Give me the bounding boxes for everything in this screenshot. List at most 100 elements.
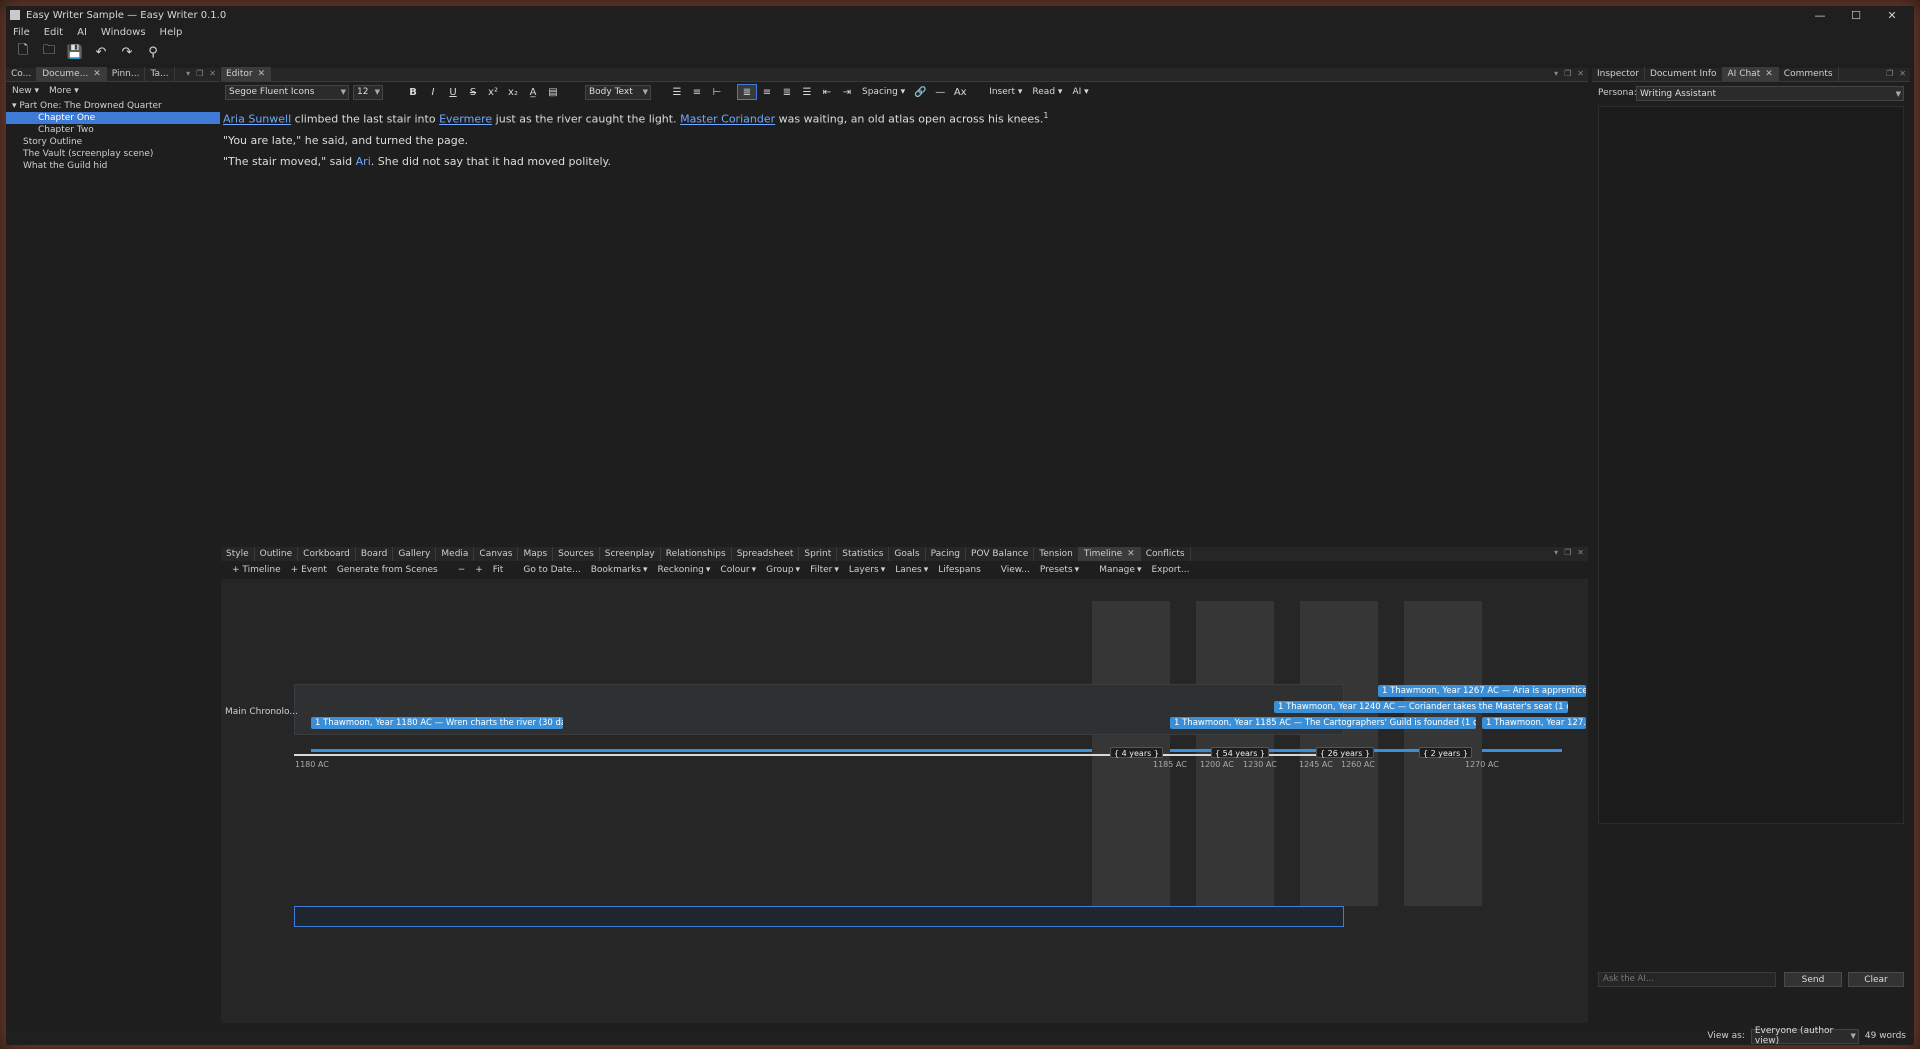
tab-spreadsheet[interactable]: Spreadsheet bbox=[732, 547, 800, 561]
timeline-event-button[interactable]: + Event bbox=[286, 565, 332, 575]
ai-menu[interactable]: AI ▾ bbox=[1067, 84, 1093, 100]
timeline-filter-button[interactable]: Filter ▾ bbox=[805, 565, 844, 575]
tab-style[interactable]: Style bbox=[221, 547, 255, 561]
tab-pinned[interactable]: Pinn... bbox=[107, 67, 146, 81]
bold-button[interactable]: B bbox=[403, 84, 423, 100]
align-left-button[interactable]: ≣ bbox=[737, 84, 757, 100]
timeline-event[interactable]: 1 Thawmoon, Year 1185 AC — The Cartograp… bbox=[1170, 717, 1476, 729]
close-button[interactable]: ✕ bbox=[1874, 6, 1910, 24]
tab-canvas[interactable]: Canvas bbox=[474, 547, 519, 561]
subscript-button[interactable]: x₂ bbox=[503, 84, 523, 100]
close-icon[interactable]: ✕ bbox=[209, 69, 216, 78]
superscript-button[interactable]: x² bbox=[483, 84, 503, 100]
italic-button[interactable]: I bbox=[423, 84, 443, 100]
justify-button[interactable]: ☰ bbox=[797, 84, 817, 100]
timeline-event[interactable]: 1 Thawmoon, Year 1180 AC — Wren charts t… bbox=[311, 717, 563, 729]
minimize-button[interactable]: — bbox=[1802, 6, 1838, 24]
view-as-select[interactable]: Everyone (author view) ▼ bbox=[1750, 1026, 1859, 1046]
new-menu-button[interactable]: New ▾ bbox=[12, 86, 39, 96]
menu-file[interactable]: File bbox=[6, 27, 37, 38]
tab-goals[interactable]: Goals bbox=[889, 547, 926, 561]
tree-item[interactable]: The Vault (screenplay scene) bbox=[6, 148, 220, 160]
tab-maps[interactable]: Maps bbox=[518, 547, 554, 561]
maximize-button[interactable]: ☐ bbox=[1838, 6, 1874, 24]
tab-pov-balance[interactable]: POV Balance bbox=[966, 547, 1035, 561]
timeline-export-button[interactable]: Export... bbox=[1146, 565, 1194, 575]
tab-editor[interactable]: Editor ✕ bbox=[221, 67, 272, 81]
link-icon[interactable]: 🔗 bbox=[910, 84, 930, 100]
search-icon[interactable]: ⚲ bbox=[144, 43, 162, 61]
tab-sprint[interactable]: Sprint bbox=[799, 547, 838, 561]
indent-button[interactable]: ⇥ bbox=[837, 84, 857, 100]
timeline-manage-button[interactable]: Manage ▾ bbox=[1094, 565, 1146, 575]
timeline-lifespans-button[interactable]: Lifespans bbox=[933, 565, 986, 575]
tab-tags[interactable]: Ta... bbox=[145, 67, 175, 81]
highlight-button[interactable]: ▤ bbox=[543, 84, 563, 100]
outdent-button[interactable]: ⇤ bbox=[817, 84, 837, 100]
timeline-event[interactable]: 1 Thawmoon, Year 1240 AC — Coriander tak… bbox=[1274, 701, 1568, 713]
tab-document-info[interactable]: Document Info bbox=[1645, 67, 1723, 81]
more-menu-button[interactable]: More ▾ bbox=[49, 86, 79, 96]
font-family-select[interactable]: Segoe Fluent Icons ▼ bbox=[225, 84, 349, 100]
tab-pacing[interactable]: Pacing bbox=[926, 547, 967, 561]
timeline-generate-from-scenes-button[interactable]: Generate from Scenes bbox=[332, 565, 443, 575]
redo-icon[interactable]: ↷ bbox=[118, 43, 136, 61]
panel-menu-icon[interactable]: ▾ bbox=[1554, 548, 1558, 557]
strikethrough-button[interactable]: S bbox=[463, 84, 483, 100]
close-icon[interactable]: ✕ bbox=[1577, 548, 1584, 557]
tab-tension[interactable]: Tension bbox=[1034, 547, 1079, 561]
align-right-button[interactable]: ≣ bbox=[777, 84, 797, 100]
timeline-event[interactable]: 1 Thawmoon, Year 1267 AC — Aria is appre… bbox=[1378, 685, 1586, 697]
tab-media[interactable]: Media bbox=[436, 547, 475, 561]
tab-board[interactable]: Board bbox=[356, 547, 394, 561]
tab-conflicts[interactable]: Conflicts bbox=[1141, 547, 1191, 561]
timeline-group-button[interactable]: Group ▾ bbox=[761, 565, 805, 575]
close-icon[interactable]: ✕ bbox=[1765, 69, 1773, 79]
float-icon[interactable]: ❐ bbox=[1564, 548, 1571, 557]
menu-ai[interactable]: AI bbox=[70, 27, 94, 38]
close-icon[interactable]: ✕ bbox=[93, 69, 101, 79]
tab-relationships[interactable]: Relationships bbox=[661, 547, 732, 561]
timeline-fit-button[interactable]: Fit bbox=[488, 565, 509, 575]
tab-gallery[interactable]: Gallery bbox=[393, 547, 437, 561]
timeline-minimap[interactable] bbox=[294, 906, 1344, 927]
horizontal-rule-icon[interactable]: — bbox=[930, 84, 950, 100]
footnote-marker[interactable]: 1 bbox=[1043, 111, 1048, 120]
float-icon[interactable]: ❐ bbox=[196, 69, 203, 78]
tree-item[interactable]: ▾ Part One: The Drowned Quarter bbox=[6, 100, 220, 112]
new-file-icon[interactable]: 🗋 bbox=[14, 43, 32, 61]
tab-statistics[interactable]: Statistics bbox=[837, 547, 890, 561]
panel-menu-icon[interactable]: ▾ bbox=[186, 69, 190, 78]
timeline-event[interactable]: 1 Thawmoon, Year 127... bbox=[1482, 717, 1586, 729]
clear-format-icon[interactable]: Ax bbox=[950, 84, 970, 100]
text-color-button[interactable]: A̲ bbox=[523, 84, 543, 100]
panel-menu-icon[interactable]: ▾ bbox=[1554, 69, 1558, 78]
timeline-timeline-button[interactable]: + Timeline bbox=[227, 565, 286, 575]
ask-ai-input[interactable]: Ask the AI... bbox=[1598, 972, 1776, 987]
tab-comments[interactable]: Comments bbox=[1779, 67, 1839, 81]
close-icon[interactable]: ✕ bbox=[1577, 69, 1584, 78]
entity-link[interactable]: Evermere bbox=[439, 113, 492, 126]
numbered-list-button[interactable]: ≡ bbox=[687, 84, 707, 100]
float-icon[interactable]: ❐ bbox=[1886, 69, 1893, 78]
bullet-list-button[interactable]: ☰ bbox=[667, 84, 687, 100]
timeline-presets-button[interactable]: Presets ▾ bbox=[1035, 565, 1084, 575]
timeline-layers-button[interactable]: Layers ▾ bbox=[844, 565, 890, 575]
save-icon[interactable]: 💾 bbox=[66, 43, 84, 61]
editor-text-area[interactable]: Aria Sunwell climbed the last stair into… bbox=[221, 102, 1588, 546]
timeline-reckoning-button[interactable]: Reckoning ▾ bbox=[653, 565, 716, 575]
tab-timeline[interactable]: Timeline ✕ bbox=[1078, 547, 1141, 561]
font-size-select[interactable]: 12 ▼ bbox=[353, 84, 383, 100]
tab-documents[interactable]: Docume... ✕ bbox=[37, 67, 107, 81]
entity-link[interactable]: Ari bbox=[356, 155, 371, 168]
spacing-menu[interactable]: Spacing ▾ bbox=[857, 84, 910, 100]
paragraph-style-select[interactable]: Body Text ▼ bbox=[585, 84, 651, 100]
tab-collections[interactable]: Co... bbox=[6, 67, 38, 81]
close-icon[interactable]: ✕ bbox=[1127, 549, 1135, 559]
close-icon[interactable]: ✕ bbox=[1899, 69, 1906, 78]
tab-screenplay[interactable]: Screenplay bbox=[600, 547, 661, 561]
entity-link[interactable]: Aria Sunwell bbox=[223, 113, 291, 126]
tree-item[interactable]: Chapter Two bbox=[6, 124, 220, 136]
blockquote-button[interactable]: ⊢ bbox=[707, 84, 727, 100]
float-icon[interactable]: ❐ bbox=[1564, 69, 1571, 78]
